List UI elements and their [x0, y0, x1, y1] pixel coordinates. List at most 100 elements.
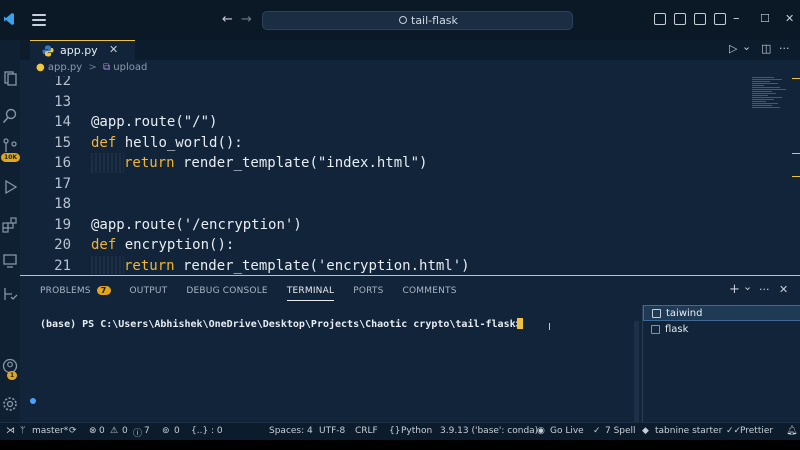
code-line[interactable]: 14 @app.route("/")	[20, 112, 750, 132]
terminal-scrollbar[interactable]	[634, 321, 639, 423]
error-icon: ⊗	[89, 426, 97, 436]
git-branch[interactable]: master*	[32, 426, 68, 436]
run-dropdown-icon[interactable]: ⌄	[742, 40, 751, 53]
error-count[interactable]: 0	[99, 426, 105, 436]
split-editor-icon[interactable]: ◫	[761, 42, 771, 55]
terminal-item-taiwind[interactable]: taiwind	[643, 305, 800, 321]
code-token: def	[91, 237, 117, 253]
panel-tab-label: OUTPUT	[129, 286, 168, 296]
code-line[interactable]: 16 return render_template("index.html")	[20, 153, 750, 173]
tab-problems[interactable]: PROBLEMS 7	[40, 286, 111, 304]
line-number: 19	[54, 216, 71, 233]
end-of-line[interactable]: CRLF	[355, 426, 378, 436]
tab-ports[interactable]: PORTS	[353, 286, 383, 304]
line-number: 21	[54, 257, 71, 274]
toggle-panel-icon[interactable]	[674, 13, 686, 25]
scrollbar-marker	[792, 176, 800, 177]
command-center-search[interactable]: tail-flask	[262, 11, 573, 30]
selection-info[interactable]: {..} : 0	[191, 426, 223, 436]
run-debug-icon[interactable]	[2, 179, 18, 195]
close-panel-button[interactable]: ✕	[779, 283, 788, 296]
warning-count[interactable]: 0	[122, 426, 128, 436]
remote-explorer-icon[interactable]	[2, 253, 18, 269]
breadcrumb-file[interactable]: app.py	[48, 62, 82, 73]
bottom-panel: PROBLEMS 7 OUTPUT DEBUG CONSOLE TERMINAL PORT…	[20, 275, 800, 423]
remote-indicator-icon[interactable]: ⋊	[6, 426, 15, 436]
terminal-item-label: taiwind	[666, 308, 703, 319]
sync-icon[interactable]: ⟳	[69, 426, 77, 436]
terminal-status-dot	[30, 398, 36, 404]
extensions-icon[interactable]	[2, 217, 18, 233]
code-line[interactable]: 12	[20, 76, 750, 91]
line-number: 17	[54, 175, 71, 192]
python-file-icon	[42, 45, 54, 57]
minimap[interactable]	[752, 76, 792, 136]
bottom-edge	[0, 440, 800, 450]
panel-tab-label: DEBUG CONSOLE	[186, 286, 268, 296]
toggle-secondary-sidebar-icon[interactable]	[694, 13, 706, 25]
maximize-button[interactable]: ☐	[760, 12, 770, 25]
notifications-bell-icon[interactable]: 🔔︎	[786, 426, 797, 436]
search-icon[interactable]	[2, 108, 18, 124]
back-arrow-icon[interactable]: ←	[222, 12, 233, 27]
new-terminal-button[interactable]: +	[729, 282, 740, 297]
tab-terminal[interactable]: TERMINAL	[286, 286, 335, 304]
terminal-item-flask[interactable]: flask	[643, 322, 800, 338]
code-line[interactable]: 13	[20, 92, 750, 112]
terminal-dropdown-icon[interactable]: ⌄	[743, 280, 752, 293]
breadcrumb-symbol[interactable]: upload	[113, 62, 147, 73]
prettier-status[interactable]: Prettier	[740, 426, 773, 436]
code-line[interactable]: 17	[20, 174, 750, 194]
spell-check[interactable]: 7 Spell	[605, 426, 636, 436]
customize-layout-icon[interactable]	[714, 13, 726, 25]
code-token: ("/")	[175, 114, 218, 130]
terminal-cursor	[517, 318, 523, 329]
tabnine-status[interactable]: tabnine starter	[655, 426, 722, 436]
tab-output[interactable]: OUTPUT	[130, 286, 168, 304]
accounts-badge: 1	[7, 371, 18, 380]
terminal-prompt[interactable]: (base) PS C:\Users\Abhishek\OneDrive\Des…	[40, 319, 528, 330]
code-editor[interactable]: 12 13 14 @app.route("/") 15 def hello_world()…	[20, 76, 800, 274]
go-live-button[interactable]: Go Live	[550, 426, 584, 436]
language-mode[interactable]: Python	[401, 426, 432, 436]
code-line[interactable]: 15 def hello_world():	[20, 133, 750, 153]
encoding[interactable]: UTF-8	[319, 426, 345, 436]
tab-debug-console[interactable]: DEBUG CONSOLE	[186, 286, 267, 304]
source-control-badge: 10K	[1, 153, 20, 162]
source-control-icon[interactable]	[2, 138, 18, 154]
tab-app-py[interactable]: app.py ✕	[30, 40, 135, 60]
settings-gear-icon[interactable]	[2, 396, 18, 412]
panel-more-icon[interactable]: ···	[759, 283, 770, 296]
ports-count[interactable]: 0	[174, 426, 180, 436]
code-line[interactable]: 20 def encryption():	[20, 235, 750, 255]
breadcrumb-separator: >	[88, 62, 97, 73]
toggle-sidebar-icon[interactable]	[654, 13, 666, 25]
tab-comments[interactable]: COMMENTS	[403, 286, 457, 304]
line-number: 14	[54, 114, 71, 130]
code-line[interactable]: 19 @app.route('/encryption')	[20, 215, 750, 235]
code-token: def	[91, 134, 117, 151]
code-line[interactable]: 18	[20, 194, 750, 214]
line-number: 16	[54, 155, 71, 171]
menu-icon[interactable]	[30, 11, 48, 27]
run-python-file-icon[interactable]: ▷	[729, 42, 737, 55]
testing-icon[interactable]	[2, 286, 18, 302]
panel-tab-label: PORTS	[353, 286, 384, 296]
explorer-icon[interactable]	[2, 70, 18, 86]
code-token: return	[124, 155, 175, 171]
code-line[interactable]: 21 return render_template('encryption.htm…	[20, 255, 750, 274]
ports-icon: ⊚	[162, 426, 170, 436]
scrollbar-marker	[792, 78, 800, 79]
close-tab-icon[interactable]: ✕	[109, 43, 118, 56]
indentation[interactable]: Spaces: 4	[269, 426, 313, 436]
forward-arrow-icon[interactable]: →	[241, 12, 252, 27]
info-count[interactable]: 7	[144, 426, 150, 436]
layout-controls	[654, 13, 726, 25]
breadcrumb-python-icon: ●	[36, 62, 45, 73]
more-actions-icon[interactable]: ···	[779, 42, 790, 55]
close-window-button[interactable]: ✕	[785, 12, 794, 25]
python-interpreter[interactable]: 3.9.13 ('base': conda)	[440, 426, 538, 436]
title-bar: ← → tail-flask – ☐ ✕	[0, 0, 800, 40]
minimize-button[interactable]: –	[733, 11, 740, 26]
indent-guide	[91, 153, 124, 173]
